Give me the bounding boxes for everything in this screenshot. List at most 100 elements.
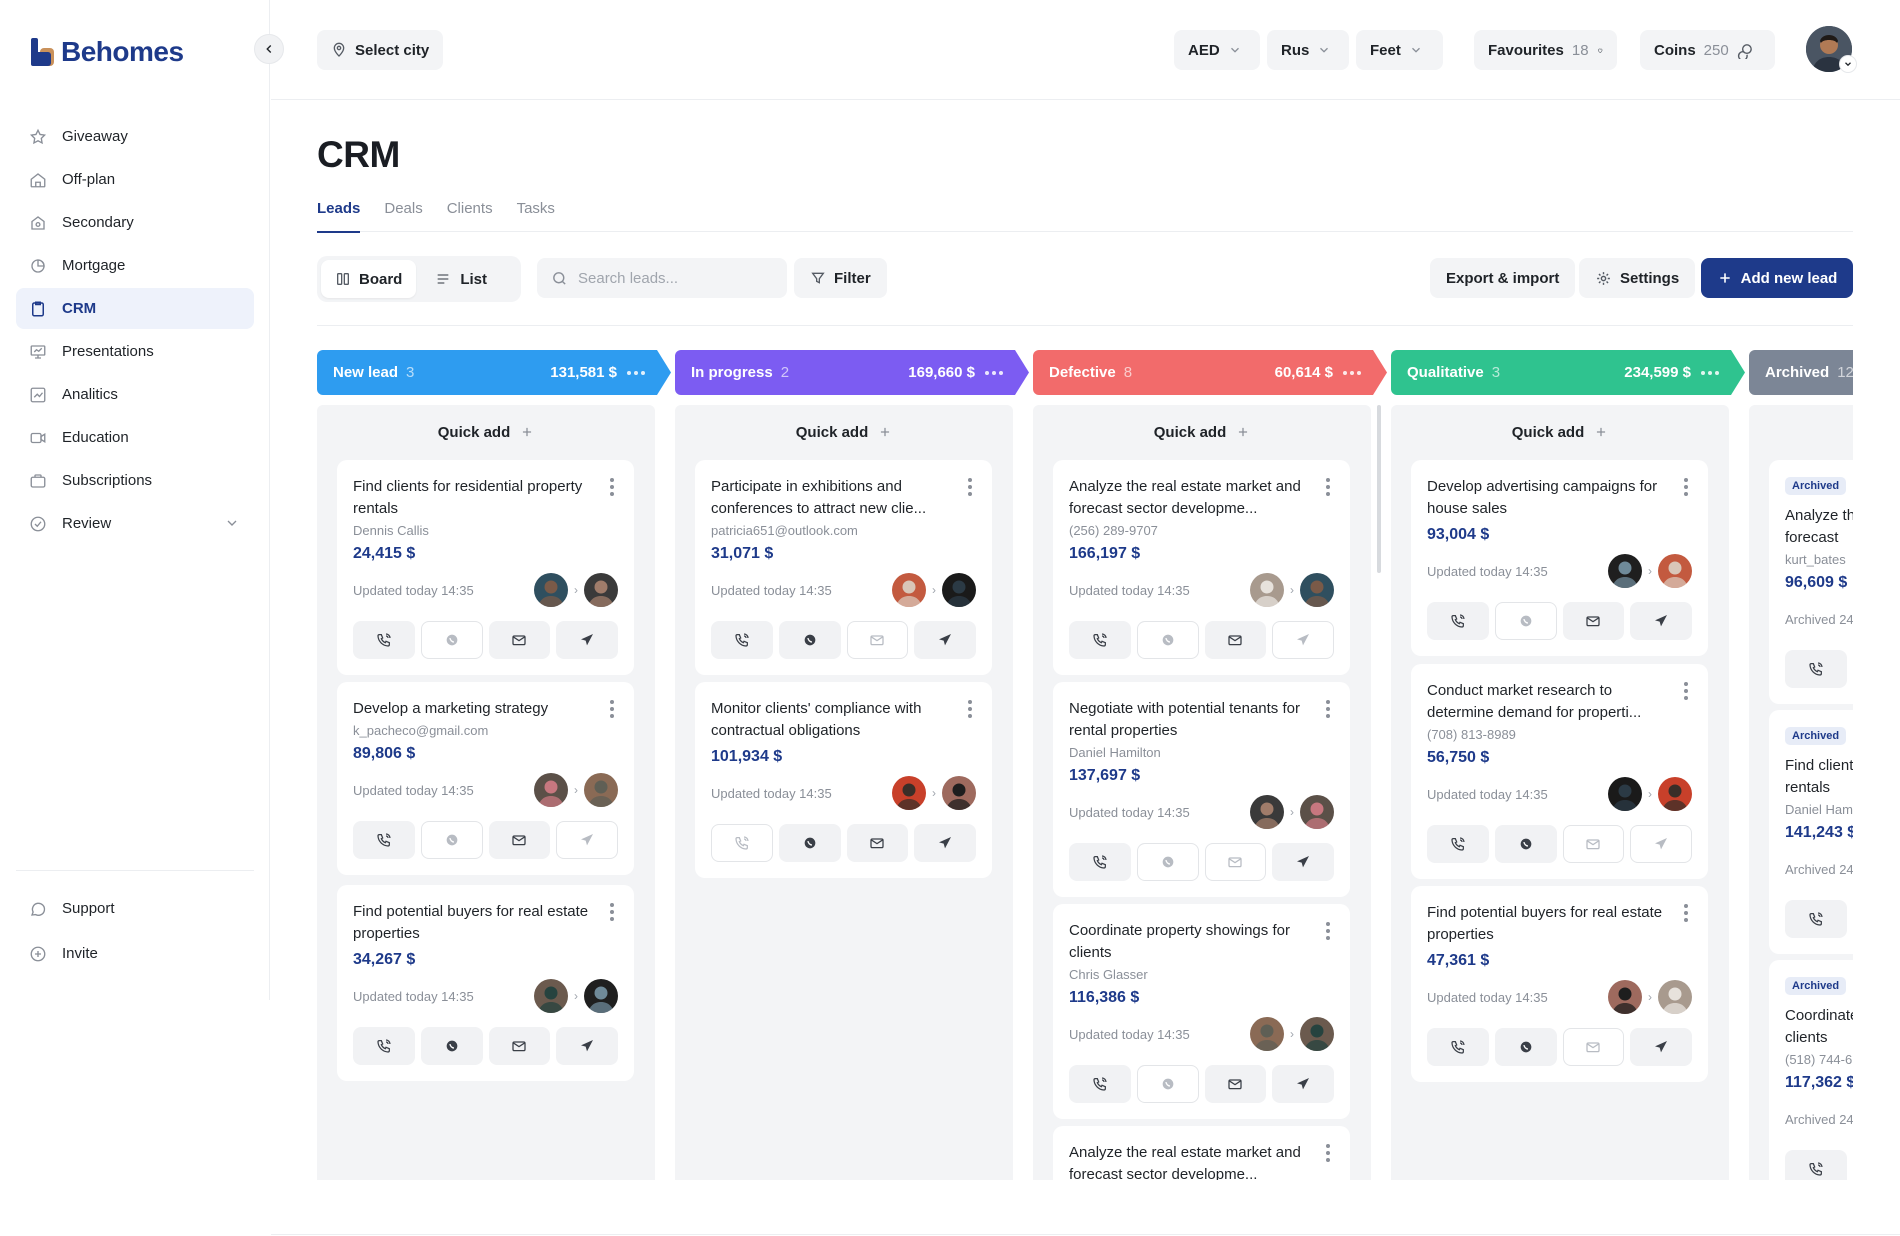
assignee-avatar[interactable] xyxy=(1608,980,1642,1014)
call-button[interactable] xyxy=(1069,1065,1131,1103)
call-button[interactable] xyxy=(1785,1150,1847,1180)
units-select[interactable]: Feet xyxy=(1356,30,1443,70)
whatsapp-button[interactable] xyxy=(1136,621,1199,659)
call-button[interactable] xyxy=(353,621,415,659)
select-city-button[interactable]: Select city xyxy=(317,30,444,70)
more-icon[interactable] xyxy=(627,370,647,375)
column-header[interactable]: New lead 3 131,581 $ xyxy=(317,350,671,395)
call-button[interactable] xyxy=(1427,825,1489,863)
lead-card[interactable]: Find potential buyers for real estate pr… xyxy=(1411,886,1708,1082)
assignee-avatar[interactable] xyxy=(892,573,926,607)
user-menu-toggle[interactable] xyxy=(1839,55,1857,73)
card-menu-icon[interactable] xyxy=(1326,478,1330,496)
email-button[interactable] xyxy=(1204,843,1267,881)
chevron-down-icon[interactable] xyxy=(224,515,240,531)
card-menu-icon[interactable] xyxy=(968,700,972,718)
lead-card[interactable]: Archived Analyze the real estate market a… xyxy=(1769,460,1853,704)
call-button[interactable] xyxy=(1785,650,1847,688)
call-button[interactable] xyxy=(1069,843,1131,881)
assignee-avatar[interactable] xyxy=(584,773,618,807)
column-header[interactable]: Archived 12 xyxy=(1749,350,1853,395)
sidebar-item-crm[interactable]: CRM xyxy=(16,288,254,329)
lead-card[interactable]: Find clients for residential property re… xyxy=(337,460,634,675)
assignee-avatar[interactable] xyxy=(1658,777,1692,811)
whatsapp-button[interactable] xyxy=(1494,602,1557,640)
more-icon[interactable] xyxy=(1701,370,1721,375)
card-menu-icon[interactable] xyxy=(610,700,614,718)
assignee-avatar[interactable] xyxy=(534,979,568,1013)
assignee-avatar[interactable] xyxy=(1658,980,1692,1014)
lead-card[interactable]: Archived Coordinate property showings for… xyxy=(1769,960,1853,1180)
whatsapp-button[interactable] xyxy=(1494,1028,1557,1066)
call-button[interactable] xyxy=(711,824,773,862)
email-button[interactable] xyxy=(1204,621,1267,659)
assignee-avatar[interactable] xyxy=(1250,573,1284,607)
assignee-avatar[interactable] xyxy=(534,773,568,807)
lead-card[interactable]: Develop a marketing strategy k_pacheco@gm… xyxy=(337,682,634,875)
email-button[interactable] xyxy=(846,824,909,862)
whatsapp-button[interactable] xyxy=(420,1027,483,1065)
telegram-button[interactable] xyxy=(1630,825,1692,863)
email-button[interactable] xyxy=(846,621,909,659)
assignee-avatar[interactable] xyxy=(942,776,976,810)
quick-add-button[interactable]: Quick add xyxy=(675,405,1013,459)
favourites-button[interactable]: Favourites 18 xyxy=(1474,30,1617,70)
assignee-avatar[interactable] xyxy=(534,573,568,607)
board-view-button[interactable]: Board xyxy=(321,260,417,298)
sidebar-item-giveaway[interactable]: Giveaway xyxy=(16,116,254,157)
sidebar-item-subscriptions[interactable]: Subscriptions xyxy=(16,460,254,501)
telegram-button[interactable] xyxy=(914,621,976,659)
telegram-button[interactable] xyxy=(1272,621,1334,659)
assignee-avatar[interactable] xyxy=(1608,554,1642,588)
sidebar-item-off-plan[interactable]: Off-plan xyxy=(16,159,254,200)
export-import-button[interactable]: Export & import xyxy=(1430,258,1576,298)
whatsapp-button[interactable] xyxy=(420,621,483,659)
card-menu-icon[interactable] xyxy=(1326,1144,1330,1162)
lead-card[interactable]: Archived Find clients for residential pro… xyxy=(1769,710,1853,954)
whatsapp-button[interactable] xyxy=(1136,1065,1199,1103)
language-select[interactable]: Rus xyxy=(1267,30,1349,70)
email-button[interactable] xyxy=(1562,825,1625,863)
add-new-lead-button[interactable]: Add new lead xyxy=(1701,258,1853,298)
sidebar-item-mortgage[interactable]: Mortgage xyxy=(16,245,254,286)
more-icon[interactable] xyxy=(1343,370,1363,375)
filter-button[interactable]: Filter xyxy=(794,258,887,298)
assignee-avatar[interactable] xyxy=(1608,777,1642,811)
lead-card[interactable]: Develop advertising campaigns for house … xyxy=(1411,460,1708,656)
telegram-button[interactable] xyxy=(914,824,976,862)
list-view-button[interactable]: List xyxy=(420,260,501,298)
quick-add-button[interactable]: Quick add xyxy=(317,405,655,459)
settings-button[interactable]: Settings xyxy=(1579,258,1696,298)
email-button[interactable] xyxy=(1204,1065,1267,1103)
sidebar-item-education[interactable]: Education xyxy=(16,417,254,458)
call-button[interactable] xyxy=(1427,1028,1489,1066)
card-menu-icon[interactable] xyxy=(1684,904,1688,922)
telegram-button[interactable] xyxy=(556,621,618,659)
column-header[interactable]: Defective 8 60,614 $ xyxy=(1033,350,1387,395)
telegram-button[interactable] xyxy=(1272,843,1334,881)
lead-card[interactable]: Negotiate with potential tenants for ren… xyxy=(1053,682,1350,897)
quick-add-button[interactable]: Quick add xyxy=(1391,405,1729,459)
lead-card[interactable]: Analyze the real estate market and forec… xyxy=(1053,460,1350,675)
whatsapp-button[interactable] xyxy=(778,621,841,659)
tab-tasks[interactable]: Tasks xyxy=(517,198,555,232)
assignee-avatar[interactable] xyxy=(1300,795,1334,829)
lead-card[interactable]: Conduct market research to determine dem… xyxy=(1411,664,1708,879)
card-menu-icon[interactable] xyxy=(1684,682,1688,700)
email-button[interactable] xyxy=(488,821,551,859)
coins-button[interactable]: Coins 250 xyxy=(1640,30,1775,70)
whatsapp-button[interactable] xyxy=(1136,843,1199,881)
card-menu-icon[interactable] xyxy=(1326,922,1330,940)
email-button[interactable] xyxy=(1562,602,1625,640)
more-icon[interactable] xyxy=(985,370,1005,375)
lead-card[interactable]: Participate in exhibitions and conferenc… xyxy=(695,460,992,675)
brand-logo[interactable]: Behomes xyxy=(31,36,184,68)
telegram-button[interactable] xyxy=(1630,1028,1692,1066)
sidebar-item-analitics[interactable]: Analitics xyxy=(16,374,254,415)
call-button[interactable] xyxy=(1427,602,1489,640)
assignee-avatar[interactable] xyxy=(1250,1017,1284,1051)
card-menu-icon[interactable] xyxy=(1684,478,1688,496)
whatsapp-button[interactable] xyxy=(420,821,483,859)
card-menu-icon[interactable] xyxy=(1326,700,1330,718)
card-menu-icon[interactable] xyxy=(968,478,972,496)
